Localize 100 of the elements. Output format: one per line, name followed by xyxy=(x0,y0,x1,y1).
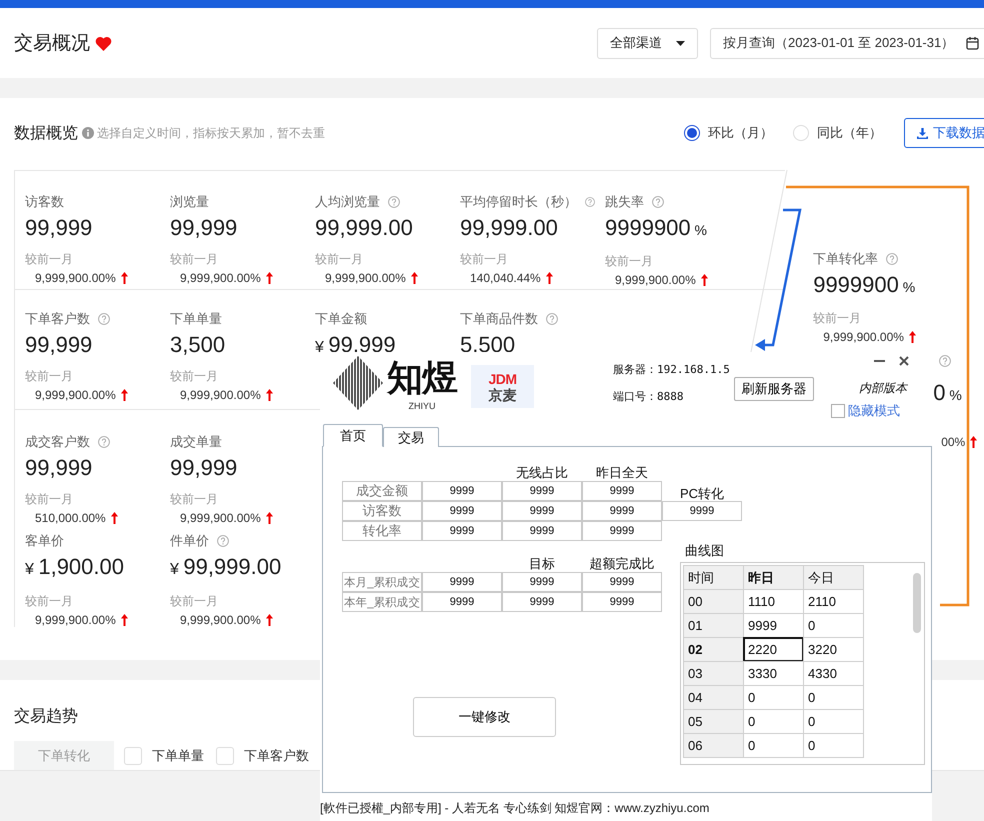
change-value: 9,999,900.00% xyxy=(35,271,116,285)
download-icon xyxy=(917,128,928,138)
compare-label: 较前一月 xyxy=(170,252,219,266)
checkbox-label[interactable]: 下单客户数 xyxy=(244,747,309,765)
compare-label: 较前一月 xyxy=(460,252,509,266)
pc-conversion-label: PC转化 xyxy=(678,485,726,501)
compare-label: 较前一月 xyxy=(605,254,654,268)
metric-label: 人均浏览量 xyxy=(315,193,380,211)
row-label: 本月_累积成交 xyxy=(342,572,422,592)
tab[interactable]: 交易 xyxy=(383,427,439,447)
chart-title: 曲线图 xyxy=(685,543,725,559)
section-title: 交易趋势 xyxy=(14,707,78,727)
row-label: 成交金额 xyxy=(342,481,422,501)
metric-value: 0 % xyxy=(933,380,963,407)
minimize-icon[interactable] xyxy=(874,360,885,362)
column-header: 超额完成比 xyxy=(588,555,656,572)
row-header: 00 xyxy=(683,589,744,614)
row-header: 02 xyxy=(683,637,744,662)
table-cell: 2220 xyxy=(743,637,804,662)
radio-label[interactable]: 同比（年） xyxy=(817,124,882,142)
table-cell: 9999 xyxy=(582,501,662,521)
compare-label: 较前一月 xyxy=(813,311,862,325)
metric-label: 下单单量 xyxy=(170,310,222,328)
row-header: 04 xyxy=(683,685,744,710)
table-cell: 9999 xyxy=(422,572,502,592)
checkbox[interactable] xyxy=(831,404,845,418)
metric-label: 成交单量 xyxy=(170,433,222,451)
info-icon xyxy=(82,127,94,139)
heart-icon xyxy=(95,36,112,50)
row-label: 转化率 xyxy=(342,521,422,541)
metric-label: 浏览量 xyxy=(170,193,209,211)
change-value: 9,999,900.00% xyxy=(325,271,406,285)
compare-label: 较前一月 xyxy=(315,252,364,266)
metric-label: 跳失率 xyxy=(605,193,644,211)
metric-value: 99,999 xyxy=(170,455,238,481)
change-value: 9,999,900.00% xyxy=(180,388,261,402)
metric-value: 99,999 xyxy=(25,332,94,358)
modify-button[interactable]: 一键修改 xyxy=(413,697,556,737)
metric-label: 访客数 xyxy=(25,193,64,211)
channel-dropdown[interactable]: 全部渠道 xyxy=(597,28,698,58)
change-value: 9,999,900.00% xyxy=(180,511,261,525)
section-title: 数据概览 xyxy=(14,124,78,144)
change-value: 9,999,900.00% xyxy=(35,388,116,402)
row-header: 05 xyxy=(683,709,744,734)
pc-conversion-value: 9999 xyxy=(662,501,742,521)
column-header: 昨日 xyxy=(743,565,804,590)
logo-text: 京麦 xyxy=(488,386,516,402)
row-label: 访客数 xyxy=(342,501,422,521)
checkbox-label[interactable]: 隐藏模式 xyxy=(848,402,900,420)
metric-label: 成交客户数 xyxy=(25,433,90,451)
date-range-field[interactable]: 按月查询（2023-01-01 至 2023-01-31） xyxy=(710,28,984,58)
page-title: 交易概况 xyxy=(14,32,90,56)
metric-value: ¥ 1,900.00 xyxy=(25,554,125,581)
table-cell: 0 xyxy=(803,733,864,758)
calendar-icon xyxy=(966,36,980,50)
metric-label: 件单价 xyxy=(170,532,209,550)
radio-button[interactable] xyxy=(684,125,700,141)
brand-subtitle: ZHIYU xyxy=(408,401,436,411)
metric-label: 下单转化率 xyxy=(813,250,878,268)
compare-label: 较前一月 xyxy=(25,594,74,608)
metric-value: 9999900 % xyxy=(813,272,916,299)
table-cell: 9999 xyxy=(582,572,662,592)
change-value: 9,999,900.00% xyxy=(823,330,904,344)
metric-value: 9999900 % xyxy=(605,215,708,242)
column-header: 今日 xyxy=(803,565,864,590)
change-value: 510,000.00% xyxy=(35,511,106,525)
table-cell: 9999 xyxy=(582,481,662,501)
column-header: 无线占比 xyxy=(515,464,569,481)
table-cell: 9999 xyxy=(502,501,582,521)
row-label: 本年_累积成交 xyxy=(342,592,422,612)
hint-text: 选择自定义时间，指标按天累加，暂不去重 xyxy=(97,124,325,142)
footer-text: [軟件已授權_内部专用] - 人若无名 专心练剑 知煜官网：www.zyzhiyu.com xyxy=(320,800,710,817)
compare-label: 较前一月 xyxy=(25,369,74,383)
change-value: 9,999,900.00% xyxy=(180,613,261,627)
logo-text: JDM xyxy=(488,370,517,386)
metric-value: 99,999 xyxy=(170,215,238,241)
close-icon[interactable] xyxy=(899,356,909,366)
compare-label: 较前一月 xyxy=(170,492,219,506)
striped-diamond-logo xyxy=(333,356,383,410)
caret-icon xyxy=(676,40,685,46)
refresh-server-button[interactable]: 刷新服务器 xyxy=(734,377,814,401)
tab[interactable]: 首页 xyxy=(323,424,383,447)
table-cell: 9999 xyxy=(502,521,582,541)
radio-label[interactable]: 环比（月） xyxy=(708,124,773,142)
metric-value: 99,999 xyxy=(25,455,94,481)
table-cell: 9999 xyxy=(582,592,662,612)
metric-value: 3,500 xyxy=(170,332,226,358)
checkbox-label[interactable]: 下单单量 xyxy=(152,747,204,765)
metric-value: ¥ 99,999 xyxy=(315,332,397,359)
metric-value: 99,999 xyxy=(25,215,94,241)
metric-label: 下单金额 xyxy=(315,310,367,328)
scrollbar-thumb xyxy=(913,573,921,633)
column-header: 时间 xyxy=(683,565,744,590)
metric-label: 下单商品件数 xyxy=(460,310,538,328)
compare-label: 较前一月 xyxy=(25,492,74,506)
metric-value: ¥ 99,999.00 xyxy=(170,554,282,581)
change-value: 9,999,900.00% xyxy=(615,273,696,287)
metric-label: 客单价 xyxy=(25,532,64,550)
row-header: 03 xyxy=(683,661,744,686)
table-cell: 9999 xyxy=(422,481,502,501)
